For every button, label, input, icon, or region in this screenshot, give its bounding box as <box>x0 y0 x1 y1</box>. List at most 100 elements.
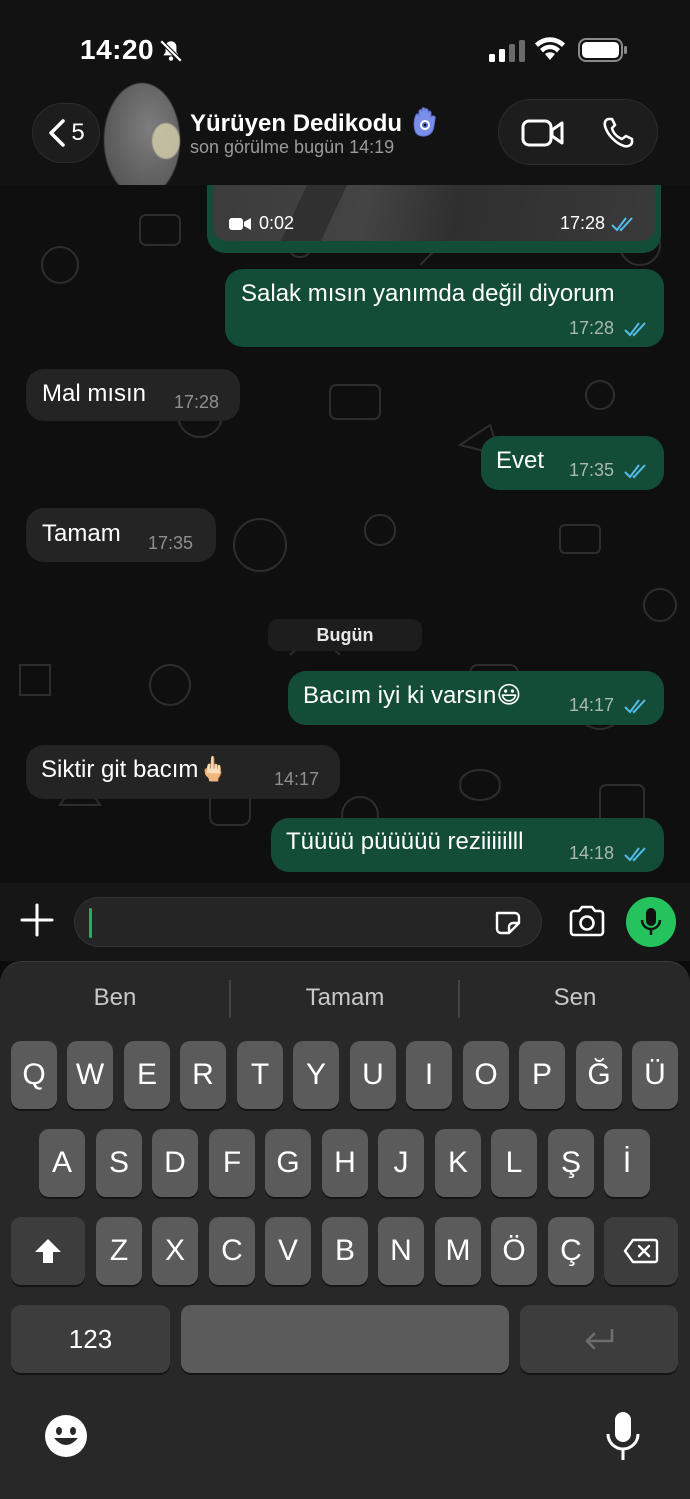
emoji-icon[interactable] <box>44 1414 88 1458</box>
message-time: 14:18 <box>569 843 615 863</box>
read-ticks-icon <box>624 699 646 714</box>
key-r[interactable]: R <box>180 1041 226 1109</box>
suggestion-bar: Ben Tamam Sen <box>0 962 690 1034</box>
key-n[interactable]: N <box>378 1217 424 1285</box>
message-text: Siktir git bacım🖕🏻 <box>41 756 229 783</box>
suggestion-divider <box>229 980 231 1018</box>
message-text: Evet <box>496 447 545 474</box>
key-x[interactable]: X <box>152 1217 198 1285</box>
key-o-umlaut[interactable]: Ö <box>491 1217 537 1285</box>
key-g[interactable]: G <box>265 1129 311 1197</box>
key-v[interactable]: V <box>265 1217 311 1285</box>
video-message[interactable]: 0:02 17:28 <box>207 185 661 253</box>
bell-off-icon <box>159 39 183 63</box>
key-f[interactable]: F <box>209 1129 255 1197</box>
video-camera-icon <box>229 218 251 230</box>
suggestion-item[interactable]: Tamam <box>245 984 445 1012</box>
key-k[interactable]: K <box>435 1129 481 1197</box>
key-w[interactable]: W <box>67 1041 113 1109</box>
key-b[interactable]: B <box>322 1217 368 1285</box>
read-ticks-icon <box>624 464 646 479</box>
message-time: 17:28 <box>569 318 615 338</box>
key-q[interactable]: Q <box>11 1041 57 1109</box>
dictation-mic-icon[interactable] <box>604 1410 642 1462</box>
contact-name[interactable]: Yürüyen Dedikodu <box>190 107 439 138</box>
microphone-icon <box>640 908 662 935</box>
return-icon <box>585 1329 614 1350</box>
chevron-left-icon <box>49 119 66 147</box>
attach-plus-icon[interactable] <box>20 903 54 937</box>
message-time: 14:17 <box>274 769 320 789</box>
key-l[interactable]: L <box>491 1129 537 1197</box>
numbers-key[interactable]: 123 <box>11 1305 170 1373</box>
sticker-icon[interactable] <box>493 909 523 937</box>
key-t[interactable]: T <box>237 1041 283 1109</box>
message-time: 17:28 <box>174 392 220 412</box>
key-y[interactable]: Y <box>293 1041 339 1109</box>
battery-icon <box>578 38 627 62</box>
message-input[interactable] <box>74 897 542 947</box>
shift-key[interactable] <box>11 1217 85 1285</box>
key-i[interactable]: I <box>406 1041 452 1109</box>
read-ticks-icon <box>611 217 633 232</box>
keyboard: Ben Tamam Sen Q W E R T Y U I O P Ğ Ü A … <box>0 961 690 1499</box>
key-o[interactable]: O <box>463 1041 509 1109</box>
message-text: Salak mısın yanımda değil diyorum <box>241 280 615 307</box>
message-bubble-incoming[interactable]: Siktir git bacım🖕🏻 14:17 <box>26 745 340 799</box>
message-bubble-outgoing[interactable]: Bacım iyi ki varsın😃 14:17 <box>288 671 664 725</box>
message-bubble-incoming[interactable]: Tamam 17:35 <box>26 508 216 562</box>
last-seen-status: son görülme bugün 14:19 <box>190 137 395 157</box>
cellular-signal-icon <box>489 40 525 62</box>
camera-icon[interactable] <box>568 905 606 937</box>
avatar[interactable] <box>104 83 180 197</box>
message-text: Bacım iyi ki varsın😃 <box>303 682 522 709</box>
message-bubble-outgoing[interactable]: Salak mısın yanımda değil diyorum 17:28 <box>225 269 664 347</box>
unread-count: 5 <box>71 119 85 146</box>
message-time: 17:28 <box>559 213 605 233</box>
voice-message-button[interactable] <box>626 897 676 947</box>
call-buttons <box>498 99 658 165</box>
chat-messages[interactable]: 0:02 17:28 Salak mısın yanımda değil diy… <box>0 185 690 883</box>
message-bubble-outgoing[interactable]: Tüüüü püüüüü reziiiiilll 14:18 <box>271 818 664 872</box>
key-h[interactable]: H <box>322 1129 368 1197</box>
shift-icon <box>35 1239 61 1263</box>
message-bubble-incoming[interactable]: Mal mısın 17:28 <box>26 369 240 421</box>
video-call-icon[interactable] <box>521 118 565 148</box>
key-i-dotted[interactable]: İ <box>604 1129 650 1197</box>
key-z[interactable]: Z <box>96 1217 142 1285</box>
video-duration: 0:02 <box>259 213 295 233</box>
key-j[interactable]: J <box>378 1129 424 1197</box>
suggestion-divider <box>458 980 460 1018</box>
return-key[interactable] <box>520 1305 678 1373</box>
space-bar[interactable] <box>181 1305 509 1373</box>
message-time: 17:35 <box>148 533 194 553</box>
key-d[interactable]: D <box>152 1129 198 1197</box>
key-c-cedilla[interactable]: Ç <box>548 1217 594 1285</box>
key-c[interactable]: C <box>209 1217 255 1285</box>
wifi-icon <box>535 37 565 60</box>
key-s-cedilla[interactable]: Ş <box>548 1129 594 1197</box>
contact-name-text: Yürüyen Dedikodu <box>190 110 403 137</box>
key-p[interactable]: P <box>519 1041 565 1109</box>
key-e[interactable]: E <box>124 1041 170 1109</box>
back-button[interactable]: 5 <box>32 103 100 163</box>
key-s[interactable]: S <box>96 1129 142 1197</box>
suggestion-item[interactable]: Ben <box>15 984 215 1012</box>
key-u-umlaut[interactable]: Ü <box>632 1041 678 1109</box>
key-g-breve[interactable]: Ğ <box>576 1041 622 1109</box>
status-time: 14:20 <box>80 34 155 65</box>
message-time: 17:35 <box>569 460 615 480</box>
message-bubble-outgoing[interactable]: Evet 17:35 <box>481 436 664 490</box>
key-m[interactable]: M <box>435 1217 481 1285</box>
key-u[interactable]: U <box>350 1041 396 1109</box>
text-caret <box>89 908 92 938</box>
chat-header: 5 Yürüyen Dedikodu son görülme bugün 14:… <box>0 83 690 197</box>
voice-call-icon[interactable] <box>601 116 635 150</box>
status-bar: 14:20 <box>0 0 690 95</box>
key-a[interactable]: A <box>39 1129 85 1197</box>
suggestion-item[interactable]: Sen <box>475 984 675 1012</box>
date-separator: Bugün <box>268 619 422 651</box>
video-thumbnail[interactable]: 0:02 17:28 <box>213 185 655 241</box>
backspace-icon <box>623 1238 659 1264</box>
backspace-key[interactable] <box>604 1217 678 1285</box>
